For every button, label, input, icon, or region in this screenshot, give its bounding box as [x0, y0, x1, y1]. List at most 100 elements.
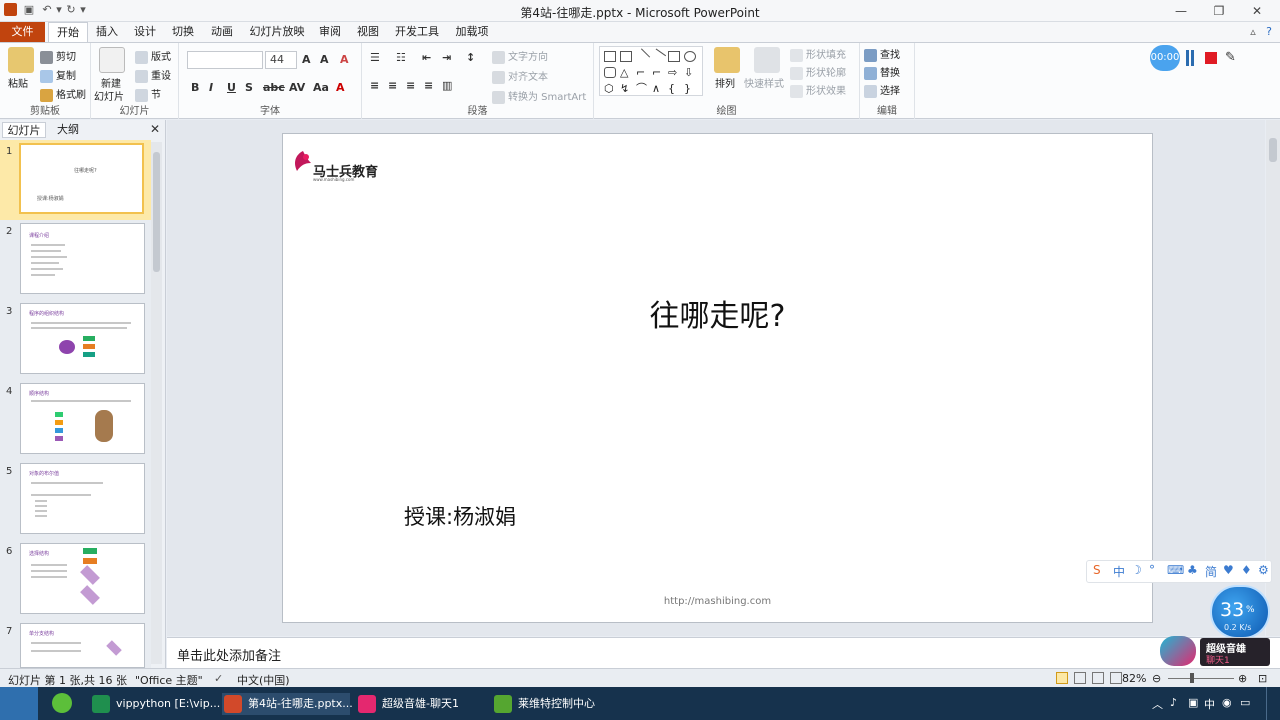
slide-sorter-icon[interactable] [1074, 672, 1086, 684]
new-slide-icon[interactable] [99, 47, 125, 73]
curve-shape-icon[interactable]: ∧ [652, 83, 664, 94]
shapes-gallery[interactable]: △ ⌐ ⌐ ⇨ ⇩ ⬡ ↯ ⌒ ∧ { } [599, 46, 703, 96]
taskbar-item-pycharm[interactable]: vippython [E:\vip... [90, 693, 220, 715]
spellcheck-icon[interactable]: ✓ [214, 672, 223, 685]
zoom-level[interactable]: 82% [1122, 672, 1146, 685]
shadow-icon[interactable]: S [245, 81, 253, 94]
elbow-connector-shape-icon[interactable]: ⌐ [636, 67, 648, 78]
settings-icon[interactable]: ⚙ [1258, 563, 1269, 577]
network-speed-widget[interactable]: 33 % 0.2 K/s [1210, 585, 1270, 639]
section-button[interactable]: 节 [135, 86, 161, 102]
change-case-icon[interactable]: Aa [313, 81, 329, 94]
browser-icon[interactable] [52, 693, 72, 713]
minimize-ribbon-icon[interactable]: ▵ [1246, 25, 1260, 39]
scroll-thumb[interactable] [1269, 138, 1277, 162]
textbox-shape-icon[interactable] [604, 51, 616, 62]
italic-icon[interactable]: I [209, 81, 213, 94]
tab-design[interactable]: 设计 [128, 22, 162, 42]
show-desktop[interactable] [1266, 687, 1280, 720]
oval-shape-icon[interactable] [684, 51, 696, 62]
right-arrow-shape-icon[interactable]: ⇨ [668, 67, 680, 78]
slide-thumbnail-1[interactable]: 往哪走呢? 授课:杨淑娟 [19, 143, 144, 214]
shirt-icon[interactable]: ♦ [1241, 563, 1252, 577]
ime-dot-icon[interactable]: ° [1149, 563, 1155, 577]
tray-expand-icon[interactable]: ︿ [1152, 696, 1163, 712]
tab-review[interactable]: 审阅 [314, 22, 346, 42]
grow-font-icon[interactable]: A [302, 53, 311, 66]
layout-button[interactable]: 版式 [135, 48, 171, 64]
columns-icon[interactable]: ▥ [442, 79, 452, 92]
slide-thumbnail-5[interactable]: 对象的布尔值 [20, 463, 145, 534]
zoom-slider[interactable] [1168, 678, 1234, 679]
justify-icon[interactable]: ≡ [424, 79, 433, 92]
slide-subtitle[interactable]: 授课:杨淑娟 [404, 501, 516, 531]
paste-icon[interactable] [8, 47, 34, 73]
right-brace-shape-icon[interactable]: } [684, 83, 696, 94]
taskbar-item-powerpoint[interactable]: 第4站-往哪走.pptx... [222, 693, 353, 715]
text-direction-button[interactable]: 文字方向 [492, 48, 548, 64]
tab-slides-pane[interactable]: 幻灯片 [2, 122, 46, 138]
paste-button[interactable]: 粘贴 [8, 75, 28, 90]
slide-thumbnail-4[interactable]: 顺序结构 [20, 383, 145, 454]
chat-app-widget[interactable]: 超级音雄 聊天1 [1160, 634, 1272, 668]
taskbar-item-control-center[interactable]: 莱维特控制中心 [492, 693, 620, 715]
tab-view[interactable]: 视图 [352, 22, 384, 42]
elbow-arrow-shape-icon[interactable]: ⌐ [652, 67, 664, 78]
ime-mode-label[interactable]: 中 [1113, 563, 1125, 580]
bold-icon[interactable]: B [191, 81, 199, 94]
help-icon[interactable]: ? [1262, 25, 1276, 39]
skin-icon[interactable]: ♥ [1223, 563, 1234, 577]
reset-button[interactable]: 重设 [135, 67, 171, 83]
underline-icon[interactable]: U [227, 81, 236, 94]
slide-thumbnail-3[interactable]: 程序的组织结构 [20, 303, 145, 374]
arrange-button[interactable]: 排列 [715, 75, 735, 90]
current-slide[interactable]: 马士兵教育 www.mashibing.com 往哪走呢? 授课:杨淑娟 htt… [282, 133, 1153, 623]
line-spacing-icon[interactable]: ↕ [466, 51, 475, 64]
pen-icon[interactable]: ✎ [1225, 50, 1236, 65]
close-icon[interactable]: ✕ [1242, 2, 1272, 20]
left-brace-shape-icon[interactable]: { [668, 83, 680, 94]
font-size-field[interactable]: 44 [265, 51, 297, 69]
ime-toolbar[interactable]: S 中 ☽ ° ⌨ ♣ 简 ♥ ♦ ⚙ [1086, 560, 1272, 583]
font-color-icon[interactable]: A [336, 81, 345, 94]
down-arrow-shape-icon[interactable]: ⇩ [684, 67, 696, 78]
tab-outline-pane[interactable]: 大纲 [48, 122, 88, 138]
arrange-icon[interactable] [714, 47, 740, 73]
network-icon[interactable]: ▣ [1188, 696, 1198, 709]
arc-shape-icon[interactable]: ⌒ [636, 83, 648, 94]
select-button[interactable]: 选择 [864, 82, 900, 98]
cut-button[interactable]: 剪切 [40, 48, 76, 64]
vertical-textbox-shape-icon[interactable] [620, 51, 632, 62]
format-painter-button[interactable]: 格式刷 [40, 86, 86, 102]
bullets-icon[interactable]: ☰ [370, 51, 380, 64]
tab-developer[interactable]: 开发工具 [392, 22, 442, 42]
notes-placeholder[interactable]: 单击此处添加备注 [177, 645, 281, 664]
align-left-icon[interactable]: ≡ [370, 79, 379, 92]
slide-thumbnail-7[interactable]: 单分支结构 [20, 623, 145, 668]
align-center-icon[interactable]: ≡ [388, 79, 397, 92]
quick-styles-icon[interactable] [754, 47, 780, 73]
slide-thumbnail-2[interactable]: 课程介绍 [20, 223, 145, 294]
pause-icon[interactable] [1186, 50, 1194, 66]
fit-window-icon[interactable]: ⊡ [1258, 672, 1267, 685]
shape-fill-button[interactable]: 形状填充 [790, 46, 846, 62]
rectangle-shape-icon[interactable] [668, 51, 680, 62]
hexagon-shape-icon[interactable]: ⬡ [604, 83, 616, 94]
copy-button[interactable]: 复制 [40, 67, 76, 83]
normal-view-icon[interactable] [1056, 672, 1068, 684]
clear-format-icon[interactable]: A [340, 53, 349, 66]
tab-file[interactable]: 文件 [0, 22, 45, 42]
font-name-field[interactable] [187, 51, 263, 69]
strikethrough-icon[interactable]: abc [263, 81, 285, 94]
numbering-icon[interactable]: ☷ [396, 51, 406, 64]
zoom-slider-thumb[interactable] [1190, 673, 1194, 683]
tray-app-icon[interactable]: ◉ [1222, 696, 1232, 709]
shape-outline-button[interactable]: 形状轮廓 [790, 64, 846, 80]
rounded-rectangle-shape-icon[interactable] [604, 67, 616, 78]
zoom-in-icon[interactable]: ⊕ [1238, 672, 1247, 685]
zoom-out-icon[interactable]: ⊖ [1152, 672, 1161, 685]
align-text-button[interactable]: 对齐文本 [492, 68, 548, 84]
align-right-icon[interactable]: ≡ [406, 79, 415, 92]
keyboard-icon[interactable]: ⌨ [1167, 563, 1184, 577]
find-button[interactable]: 查找 [864, 46, 900, 62]
